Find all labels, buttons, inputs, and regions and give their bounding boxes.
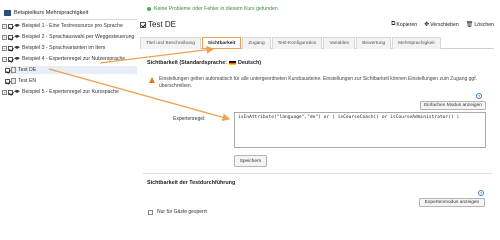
success-icon (147, 7, 151, 11)
tab-sichtbarkeit[interactable]: Sichtbarkeit (201, 37, 242, 49)
tree-item-label: Beispiel 4 - Expertenregel zur Nutzerspr… (22, 56, 126, 62)
status-message-text: Keine Probleme oder Fehler in diesem Kur… (154, 6, 278, 12)
tree-item-test-en[interactable]: Test EN (5, 77, 137, 85)
visibility-heading-lang: Deutsch) (237, 60, 262, 66)
tab-zugang[interactable]: Zugang (242, 37, 271, 49)
visibility-heading: Sichtbarkeit (Standardsprache: Deutsch) (147, 60, 261, 66)
structure-icon (14, 89, 20, 93)
structure-icon (14, 34, 20, 38)
tree-item-label: Test EN (18, 78, 37, 84)
checkbox-icon (5, 78, 10, 84)
structure-icon (14, 23, 20, 27)
section-divider (143, 173, 492, 174)
collapse-icon[interactable]: − (2, 56, 7, 62)
tree-item-label: Beispiel 2 - Sprachauswahl per Weggesteu… (22, 34, 135, 40)
status-message: Keine Probleme oder Fehler in diesem Kur… (147, 6, 278, 12)
save-button[interactable]: Speichern (234, 155, 267, 167)
page-title-text: Test DE (148, 20, 177, 29)
course-root-label: Beispielkurs Mehrsprachigkeit (14, 10, 89, 16)
expert-rule-label: Expertenregel: (173, 116, 206, 122)
visibility-panel: Sichtbarkeit (Standardsprache: Deutsch) … (143, 55, 492, 219)
expert-mode-button[interactable]: Expertenmodus anzeigen (419, 198, 485, 207)
delete-button[interactable]: 🗑 Löschen (465, 21, 494, 29)
help-icon[interactable]: ? (476, 93, 482, 99)
course-tree: Beispielkurs Mehrsprachigkeit + Beispiel… (0, 0, 137, 219)
course-icon (4, 10, 11, 16)
move-icon: ✥ (424, 22, 430, 28)
copy-icon: ⧉ (391, 21, 396, 27)
tab-bar: Titel und Beschreibung Sichtbarkeit Zuga… (140, 37, 494, 49)
structure-icon (14, 56, 20, 60)
tree-item-label: Test DE (18, 67, 37, 73)
checkbox-icon (5, 67, 10, 73)
tab-mehrsprachigkeit[interactable]: Mehrsprachigkeit (392, 37, 441, 49)
help-icon[interactable]: ? (478, 190, 484, 196)
tree-item-beispiel-1[interactable]: + Beispiel 1 - Eine Testressource pro Sp… (2, 22, 137, 30)
german-flag-icon (228, 60, 236, 66)
tree-item-beispiel-4[interactable]: − Beispiel 4 - Expertenregel zur Nutzers… (2, 55, 137, 63)
copy-button[interactable]: ⧉ Kopieren (391, 21, 417, 28)
checkbox-icon (8, 23, 13, 29)
tab-variablen[interactable]: Variablen (323, 37, 356, 49)
toolbar: ⧉ Kopieren ✥ Verschieben 🗑 Löschen (391, 21, 494, 28)
warning-message: Einstellungen gelten automatisch für all… (149, 76, 485, 89)
tree-item-beispiel-3[interactable]: + Beispiel 3 - Sprachvarianten im Item (2, 44, 137, 52)
warning-text: Einstellungen gelten automatisch für all… (159, 76, 477, 89)
execution-heading: Sichtbarkeit der Testdurchführung (147, 180, 236, 186)
move-label: Verschieben (430, 21, 459, 28)
checkbox-icon (8, 56, 13, 62)
structure-icon (14, 45, 20, 49)
expert-rule-textarea[interactable]: isInAttribute("language","de") or ( isCo… (234, 112, 486, 148)
expand-icon[interactable]: + (2, 23, 7, 29)
test-icon (11, 78, 16, 84)
tree-item-label: Beispiel 5 - Expertenregel zur Kursspach… (22, 89, 119, 95)
expand-icon[interactable]: + (2, 45, 7, 51)
expand-icon[interactable]: + (2, 89, 7, 95)
tree-item-beispiel-5[interactable]: + Beispiel 5 - Expertenregel zur Kursspa… (2, 88, 137, 96)
simple-mode-button[interactable]: Einfachen Modus anzeigen (420, 101, 486, 110)
tree-item-label: Beispiel 1 - Eine Testressource pro Spra… (22, 23, 123, 29)
course-root[interactable]: Beispielkurs Mehrsprachigkeit (4, 9, 137, 17)
trash-icon: 🗑 (465, 22, 474, 28)
tree-item-beispiel-2[interactable]: + Beispiel 2 - Sprachauswahl per Weggest… (2, 33, 137, 41)
checkbox-icon (8, 45, 13, 51)
checkbox-icon (8, 89, 13, 95)
move-button[interactable]: ✥ Verschieben (424, 21, 459, 29)
guest-only-checkbox[interactable] (148, 209, 153, 215)
guest-only-label: Nur für Gäste gesperrt (157, 209, 207, 215)
checkbox-icon (8, 34, 13, 40)
checkbox-icon (140, 21, 146, 28)
tree-item-test-de[interactable]: Test DE (5, 66, 137, 74)
tree-item-label: Beispiel 3 - Sprachvarianten im Item (22, 45, 106, 51)
tab-bewertung[interactable]: Bewertung (356, 37, 392, 49)
copy-label: Kopieren (396, 21, 418, 28)
warning-icon (149, 77, 155, 83)
tab-test-konfiguration[interactable]: Test-Konfiguration (271, 37, 323, 49)
visibility-heading-text: Sichtbarkeit (Standardsprache: (147, 60, 227, 66)
guest-only-option[interactable]: Nur für Gäste gesperrt (148, 209, 207, 215)
tree-divider (4, 19, 137, 20)
expand-icon[interactable]: + (2, 34, 7, 40)
test-icon (11, 67, 16, 73)
page-title: Test DE (140, 20, 176, 29)
tab-titel[interactable]: Titel und Beschreibung (140, 37, 201, 49)
delete-label: Löschen (474, 21, 494, 28)
